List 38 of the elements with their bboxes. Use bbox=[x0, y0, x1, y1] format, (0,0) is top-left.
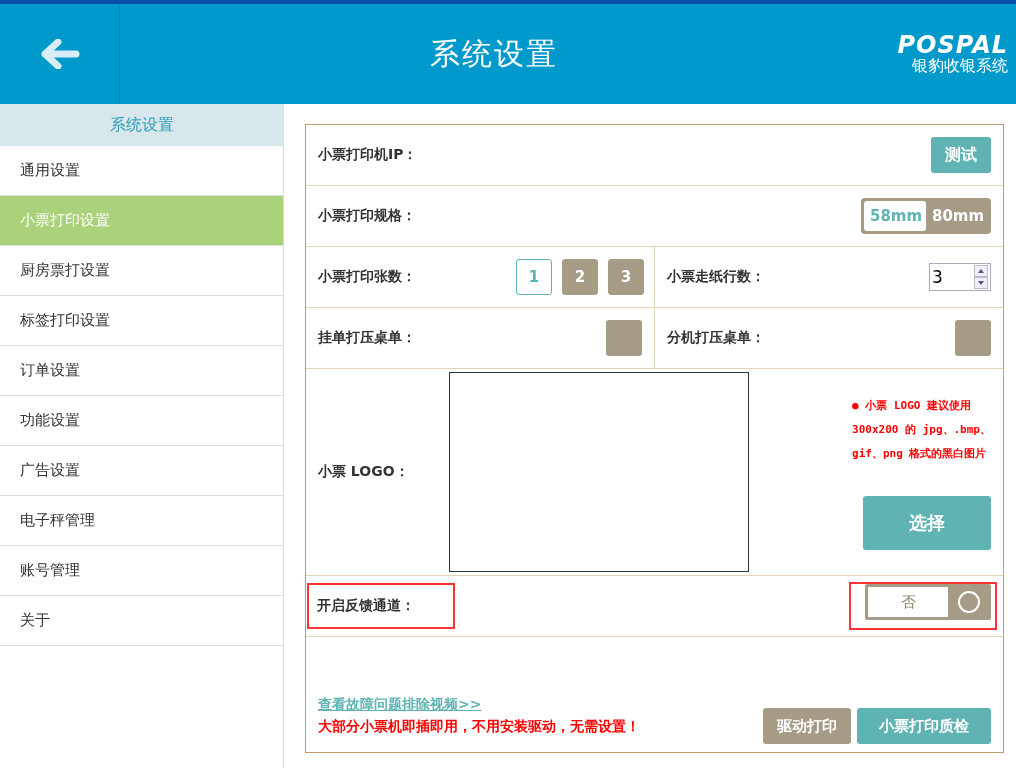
sidebar-item[interactable]: 广告设置 bbox=[0, 446, 283, 496]
sidebar-item[interactable]: 功能设置 bbox=[0, 396, 283, 446]
field-label: 挂单打压桌单： bbox=[318, 329, 416, 347]
choose-button[interactable]: 选择 bbox=[863, 496, 991, 550]
plug-and-play-notice: 大部分小票机即插即用，不用安装驱动，无需设置！ bbox=[318, 718, 641, 736]
troubleshooting-video-link[interactable]: 查看故障问题排除视频>> bbox=[318, 696, 482, 714]
field-label: 小票打印规格： bbox=[318, 207, 416, 225]
feedback-toggle[interactable]: 否 bbox=[865, 584, 991, 620]
spinner-arrows-icon[interactable] bbox=[974, 265, 988, 289]
field-label: 小票 LOGO： bbox=[318, 463, 409, 481]
page-title: 系统设置 bbox=[429, 34, 559, 73]
field-label: 小票打印张数： bbox=[318, 268, 416, 286]
test-button[interactable]: 测试 bbox=[931, 137, 991, 173]
sidebar-item[interactable]: 标签打印设置 bbox=[0, 296, 283, 346]
copies-option[interactable]: 2 bbox=[562, 259, 598, 295]
paper-size-option[interactable]: 80mm bbox=[926, 201, 988, 231]
feed-lines-spinner[interactable]: 3 bbox=[929, 263, 991, 291]
driver-print-button[interactable]: 驱动打印 bbox=[763, 708, 851, 744]
sidebar-item[interactable]: 关于 bbox=[0, 596, 283, 646]
field-label: 分机打压桌单： bbox=[667, 329, 765, 347]
sidebar-item[interactable]: 账号管理 bbox=[0, 546, 283, 596]
sidebar-item[interactable]: 订单设置 bbox=[0, 346, 283, 396]
print-quality-check-button[interactable]: 小票打印质检 bbox=[857, 708, 991, 744]
copies-option[interactable]: 1 bbox=[516, 259, 552, 295]
field-label: 小票打印机IP： bbox=[318, 146, 418, 164]
back-arrow-icon bbox=[39, 39, 80, 69]
sidebar-item[interactable]: 厨房票打设置 bbox=[0, 246, 283, 296]
sidebar-item[interactable]: 电子秤管理 bbox=[0, 496, 283, 546]
logo-hint-text: ● 小票 LOGO 建议使用 300x200 的 jpg、.bmp、 gif、png 格式的黑白图片 bbox=[852, 398, 991, 462]
checkbox[interactable] bbox=[606, 320, 642, 356]
copies-option[interactable]: 3 bbox=[608, 259, 644, 295]
field-label: 小票走纸行数： bbox=[667, 268, 765, 286]
brand-logo: POSPAL bbox=[897, 33, 1008, 57]
sidebar-title: 系统设置 bbox=[0, 104, 283, 146]
brand-subtitle: 银豹收银系统 bbox=[912, 57, 1008, 75]
field-label: 开启反馈通道： bbox=[307, 583, 455, 629]
paper-size-option[interactable]: 58mm bbox=[864, 201, 926, 231]
checkbox[interactable] bbox=[955, 320, 991, 356]
